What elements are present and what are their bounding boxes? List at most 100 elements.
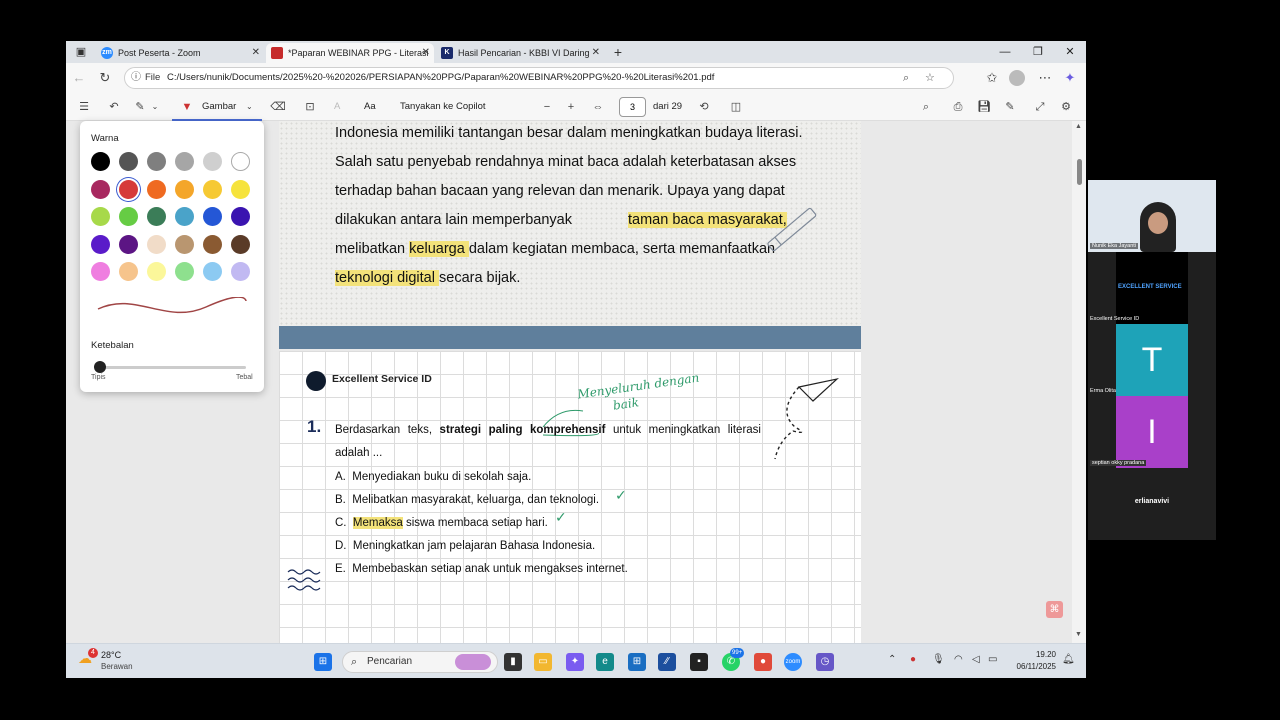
translate-button[interactable]: Aa — [364, 99, 376, 115]
color-swatch[interactable] — [147, 207, 166, 226]
volume-icon[interactable]: ◁ — [972, 654, 980, 665]
copilot-app-icon[interactable]: ✦ — [566, 653, 584, 671]
start-windows-icon[interactable]: ⊞ — [314, 653, 332, 671]
zoom-in-icon[interactable]: + — [564, 99, 578, 115]
clock-time[interactable]: 19.20 — [1026, 650, 1056, 659]
color-swatch[interactable] — [175, 262, 194, 281]
zoom-out-icon[interactable]: − — [540, 99, 554, 115]
restore-icon[interactable]: ❐ — [1031, 44, 1045, 60]
zoom-search-icon[interactable]: ⌕ — [903, 68, 909, 88]
color-swatch[interactable] — [203, 234, 222, 254]
zoom-app-icon[interactable]: zoom — [784, 653, 802, 671]
close-icon[interactable]: ✕ — [252, 43, 260, 63]
color-swatch[interactable] — [231, 234, 250, 254]
color-swatch[interactable] — [175, 179, 194, 199]
color-swatch[interactable] — [231, 152, 250, 171]
color-swatch[interactable] — [119, 152, 138, 171]
store-icon[interactable]: ⊞ — [628, 653, 646, 671]
pdf-page[interactable]: Indonesia memiliki tantangan besar dalam… — [279, 121, 861, 643]
color-swatch[interactable] — [91, 234, 110, 254]
color-swatch[interactable] — [203, 152, 222, 171]
option-e[interactable]: E. Membebaskan setiap anak untuk mengaks… — [335, 561, 628, 577]
color-swatch[interactable] — [231, 262, 250, 281]
sticky-notes-icon[interactable]: ▪ — [690, 653, 708, 671]
scrollbar-thumb[interactable] — [1077, 159, 1082, 185]
option-d[interactable]: D. Meningkatkan jam pelajaran Bahasa Ind… — [335, 538, 595, 554]
color-swatch[interactable] — [119, 179, 138, 199]
clock-date[interactable]: 06/11/2025 — [1010, 662, 1056, 671]
tab-zoom[interactable]: zm Post Peserta - Zoom ✕ — [96, 43, 264, 63]
tray-app-icon[interactable]: ● — [910, 654, 916, 665]
favorites-icon[interactable]: ✩ — [983, 69, 1001, 87]
pdf-adobe-icon[interactable]: ⌘ — [1046, 601, 1063, 618]
save-as-icon[interactable]: ✎ — [1002, 99, 1018, 115]
battery-icon[interactable]: ▭ — [988, 654, 997, 665]
window-close-icon[interactable]: ✕ — [1063, 44, 1077, 60]
color-swatch[interactable] — [119, 207, 138, 226]
weather-temp[interactable]: 28°C — [101, 650, 121, 660]
participant-banner-tile[interactable]: EXCELLENT SERVICE — [1116, 252, 1188, 324]
participant-tile-i[interactable]: I — [1116, 396, 1188, 468]
chevron-down-icon[interactable]: ⌄ — [150, 99, 160, 115]
color-swatch[interactable] — [147, 262, 166, 281]
fit-page-icon[interactable]: ⇔ — [590, 99, 606, 115]
color-swatch[interactable] — [147, 152, 166, 171]
color-swatch[interactable] — [203, 262, 222, 281]
color-swatch[interactable] — [203, 179, 222, 199]
workspaces-icon[interactable]: ▣ — [74, 45, 88, 59]
color-swatch[interactable] — [91, 179, 110, 199]
color-swatch[interactable] — [175, 234, 194, 254]
minimize-icon[interactable]: — — [998, 44, 1012, 60]
tab-kbbi[interactable]: K Hasil Pencarian - KBBI VI Daring ✕ — [436, 43, 604, 63]
color-swatch[interactable] — [175, 207, 194, 226]
app-icon[interactable]: ∕∕ — [658, 653, 676, 671]
file-explorer-icon[interactable]: ▭ — [534, 653, 552, 671]
eraser-icon[interactable]: ⌫ — [270, 99, 286, 115]
color-swatch[interactable] — [203, 207, 222, 226]
participant-tile-t[interactable]: T — [1116, 324, 1188, 396]
close-icon[interactable]: ✕ — [422, 43, 430, 63]
color-swatch[interactable] — [119, 262, 138, 281]
favorite-star-icon[interactable]: ☆ — [925, 68, 935, 88]
color-swatch[interactable] — [231, 207, 250, 226]
draw-tool-button[interactable]: ▼ Gambar ⌄ — [172, 93, 262, 121]
page-number-input[interactable]: 3 — [619, 97, 646, 117]
contents-icon[interactable]: ☰ — [76, 99, 92, 115]
rotate-icon[interactable]: ⟲ — [696, 99, 712, 115]
print-icon[interactable]: ⎙ — [950, 99, 966, 115]
chevron-up-icon[interactable]: ⌃ — [888, 654, 896, 665]
notification-icon[interactable]: 🔔︎ — [1062, 654, 1075, 665]
option-a[interactable]: A. Menyediakan buku di sekolah saja. — [335, 469, 531, 485]
undo-icon[interactable]: ↶ — [106, 99, 122, 115]
close-icon[interactable]: ✕ — [592, 43, 600, 63]
color-swatch[interactable] — [147, 179, 166, 199]
copilot-icon[interactable]: ✦ — [1061, 69, 1079, 87]
page-view-icon[interactable]: ◫ — [728, 99, 744, 115]
copilot-button[interactable]: Tanyakan ke Copilot — [400, 99, 486, 115]
search-icon[interactable]: ⌕ — [918, 99, 934, 115]
option-c[interactable]: C. Memaksa siswa membaca setiap hari. — [335, 515, 548, 531]
task-view-icon[interactable]: ▮ — [504, 653, 522, 671]
participant-video-tile[interactable]: Nunik Eka Jayanti — [1088, 180, 1216, 252]
option-b[interactable]: B. Melibatkan masyarakat, keluarga, dan … — [335, 492, 599, 508]
office-icon[interactable]: ● — [754, 653, 772, 671]
back-icon[interactable]: ← — [70, 69, 88, 87]
more-icon[interactable]: ⋯ — [1036, 69, 1054, 87]
color-swatch[interactable] — [91, 262, 110, 281]
profile-avatar[interactable] — [1009, 70, 1025, 86]
edge-icon[interactable]: e — [596, 653, 614, 671]
thickness-slider[interactable] — [100, 366, 246, 369]
color-swatch[interactable] — [231, 179, 250, 199]
scroll-down-icon[interactable]: ▼ — [1075, 631, 1082, 638]
wifi-icon[interactable]: ◠ — [954, 654, 963, 665]
text-box-icon[interactable]: ⊡ — [302, 99, 318, 115]
save-icon[interactable]: 💾︎ — [976, 99, 992, 115]
color-swatch[interactable] — [91, 152, 110, 171]
color-swatch[interactable] — [147, 234, 166, 254]
color-swatch[interactable] — [91, 207, 110, 226]
read-aloud-icon[interactable]: A — [334, 99, 340, 115]
thickness-slider-handle[interactable] — [94, 361, 106, 373]
taskbar-search[interactable]: ⌕ Pencarian — [342, 651, 498, 673]
highlight-icon[interactable]: ✎ — [132, 99, 148, 115]
tab-pdf[interactable]: *Paparan WEBINAR PPG - Literasi ✕ — [266, 43, 434, 63]
